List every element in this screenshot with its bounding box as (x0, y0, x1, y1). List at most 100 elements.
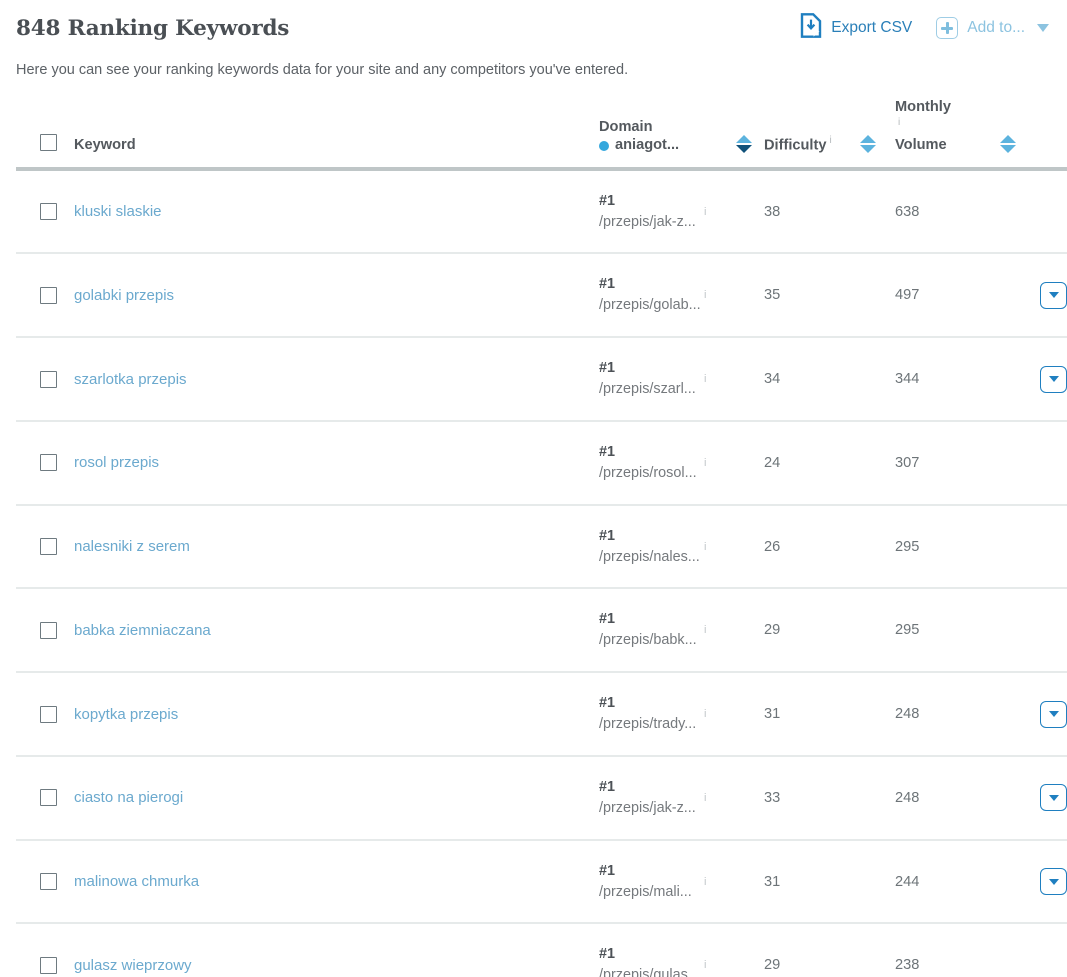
row-select-cell (16, 337, 74, 421)
row-info-icon[interactable]: i (704, 756, 736, 840)
row-info-icon[interactable]: i (704, 421, 736, 505)
difficulty-sort-spacer (860, 253, 895, 337)
difficulty-value: 31 (764, 706, 781, 723)
export-csv-button[interactable]: Export CSV (800, 13, 912, 43)
row-checkbox[interactable] (40, 454, 57, 472)
sort-icon-volume[interactable] (1000, 134, 1016, 155)
caret-down-icon (1048, 376, 1059, 383)
domain-sort-spacer (736, 840, 764, 924)
table-row: ciasto na pierogi #1/przepis/jak-z... i 33 2… (16, 756, 1067, 840)
url-path: /przepis/golab... (599, 297, 701, 314)
chevron-down-icon[interactable] (1037, 24, 1049, 32)
row-action-cell (1036, 337, 1067, 421)
difficulty-sort-spacer (860, 169, 895, 254)
export-csv-label: Export CSV (831, 19, 913, 36)
row-checkbox[interactable] (40, 621, 57, 639)
domain-cell: #1/przepis/golab... (599, 253, 704, 337)
keyword-cell: kopytka przepis (74, 672, 599, 756)
row-info-icon[interactable]: i (704, 923, 736, 977)
domain-cell: #1/przepis/gulas... (599, 923, 704, 977)
row-select-cell (16, 923, 74, 977)
domain-sort-spacer (736, 672, 764, 756)
sort-difficulty[interactable] (860, 98, 895, 171)
row-info-icon[interactable]: i (704, 672, 736, 756)
row-dropdown-button[interactable] (1040, 700, 1067, 728)
volume-sort-spacer (1000, 253, 1036, 337)
keyword-cell: nalesniki z serem (74, 505, 599, 589)
row-info-icon[interactable]: i (704, 840, 736, 924)
row-dropdown-button[interactable] (1040, 365, 1067, 393)
domain-sort-spacer (736, 588, 764, 672)
keyword-link[interactable]: kluski slaskie (74, 203, 162, 220)
table-row: nalesniki z serem #1/przepis/nales... i 26 2… (16, 505, 1067, 589)
row-checkbox[interactable] (40, 705, 57, 723)
column-header-domain[interactable]: Domain aniagot... (599, 98, 704, 171)
row-checkbox[interactable] (40, 789, 57, 807)
row-action-cell (1036, 840, 1067, 924)
domain-sort-spacer (736, 756, 764, 840)
column-label-domain: Domain (599, 118, 653, 135)
info-icon-difficulty[interactable]: i (829, 135, 831, 146)
add-to-label: Add to... (967, 19, 1025, 36)
difficulty-value: 26 (764, 538, 781, 555)
column-header-difficulty[interactable]: Difficulty i (764, 98, 860, 171)
caret-down-icon (1048, 711, 1059, 718)
sort-domain[interactable] (736, 98, 764, 171)
keyword-link[interactable]: golabki przepis (74, 287, 174, 304)
domain-cell: #1/przepis/babk... (599, 588, 704, 672)
domain-cell: #1/przepis/nales... (599, 505, 704, 589)
monthly-volume-value: 248 (895, 789, 920, 806)
keyword-link[interactable]: rosol przepis (74, 454, 159, 471)
column-header-keyword[interactable]: Keyword (74, 98, 599, 171)
keyword-cell: golabki przepis (74, 253, 599, 337)
row-select-cell (16, 756, 74, 840)
chevron-down-icon (860, 144, 876, 153)
rank-value: #1 (599, 778, 616, 795)
row-info-icon[interactable]: i (704, 253, 736, 337)
row-checkbox[interactable] (40, 203, 57, 221)
difficulty-sort-spacer (860, 421, 895, 505)
monthly-volume-value: 307 (895, 454, 920, 471)
difficulty-value: 29 (764, 957, 781, 974)
column-header-monthly-volume[interactable]: Monthly i Volume (895, 98, 1000, 171)
volume-sort-spacer (1000, 337, 1036, 421)
keyword-link[interactable]: ciasto na pierogi (74, 789, 183, 806)
keyword-link[interactable]: kopytka przepis (74, 706, 178, 723)
keywords-table: Keyword Domain aniagot... Difficulty i M… (16, 98, 1067, 977)
difficulty-value: 24 (764, 454, 781, 471)
sort-icon-domain[interactable] (736, 134, 752, 155)
keyword-link[interactable]: malinowa chmurka (74, 873, 199, 890)
caret-down-icon (1048, 292, 1059, 299)
difficulty-value: 31 (764, 873, 781, 890)
keyword-cell: rosol przepis (74, 421, 599, 505)
row-dropdown-button[interactable] (1040, 868, 1067, 896)
row-checkbox[interactable] (40, 286, 57, 304)
table-row: kopytka przepis #1/przepis/trady... i 31 248 (16, 672, 1067, 756)
sort-icon-difficulty[interactable] (860, 134, 876, 155)
keyword-link[interactable]: babka ziemniaczana (74, 622, 211, 639)
row-checkbox[interactable] (40, 956, 57, 974)
row-checkbox[interactable] (40, 538, 57, 556)
info-icon-volume[interactable]: i (898, 117, 900, 128)
row-info-icon[interactable]: i (704, 337, 736, 421)
row-select-cell (16, 505, 74, 589)
row-dropdown-button[interactable] (1040, 281, 1067, 309)
keyword-link[interactable]: gulasz wieprzowy (74, 957, 192, 974)
difficulty-sort-spacer (860, 923, 895, 977)
row-info-icon[interactable]: i (704, 588, 736, 672)
keyword-link[interactable]: szarlotka przepis (74, 371, 187, 388)
row-info-icon[interactable]: i (704, 169, 736, 254)
sort-monthly-volume[interactable] (1000, 98, 1036, 171)
chevron-up-icon (1000, 134, 1016, 143)
row-checkbox[interactable] (40, 370, 57, 388)
volume-sort-spacer (1000, 169, 1036, 254)
rank-value: #1 (599, 276, 616, 293)
add-to-button[interactable]: Add to... (936, 17, 1049, 39)
row-action-cell (1036, 672, 1067, 756)
rank-value: #1 (599, 527, 616, 544)
select-all-checkbox[interactable] (40, 133, 57, 151)
keyword-link[interactable]: nalesniki z serem (74, 538, 190, 555)
row-dropdown-button[interactable] (1040, 784, 1067, 812)
row-checkbox[interactable] (40, 873, 57, 891)
row-info-icon[interactable]: i (704, 505, 736, 589)
